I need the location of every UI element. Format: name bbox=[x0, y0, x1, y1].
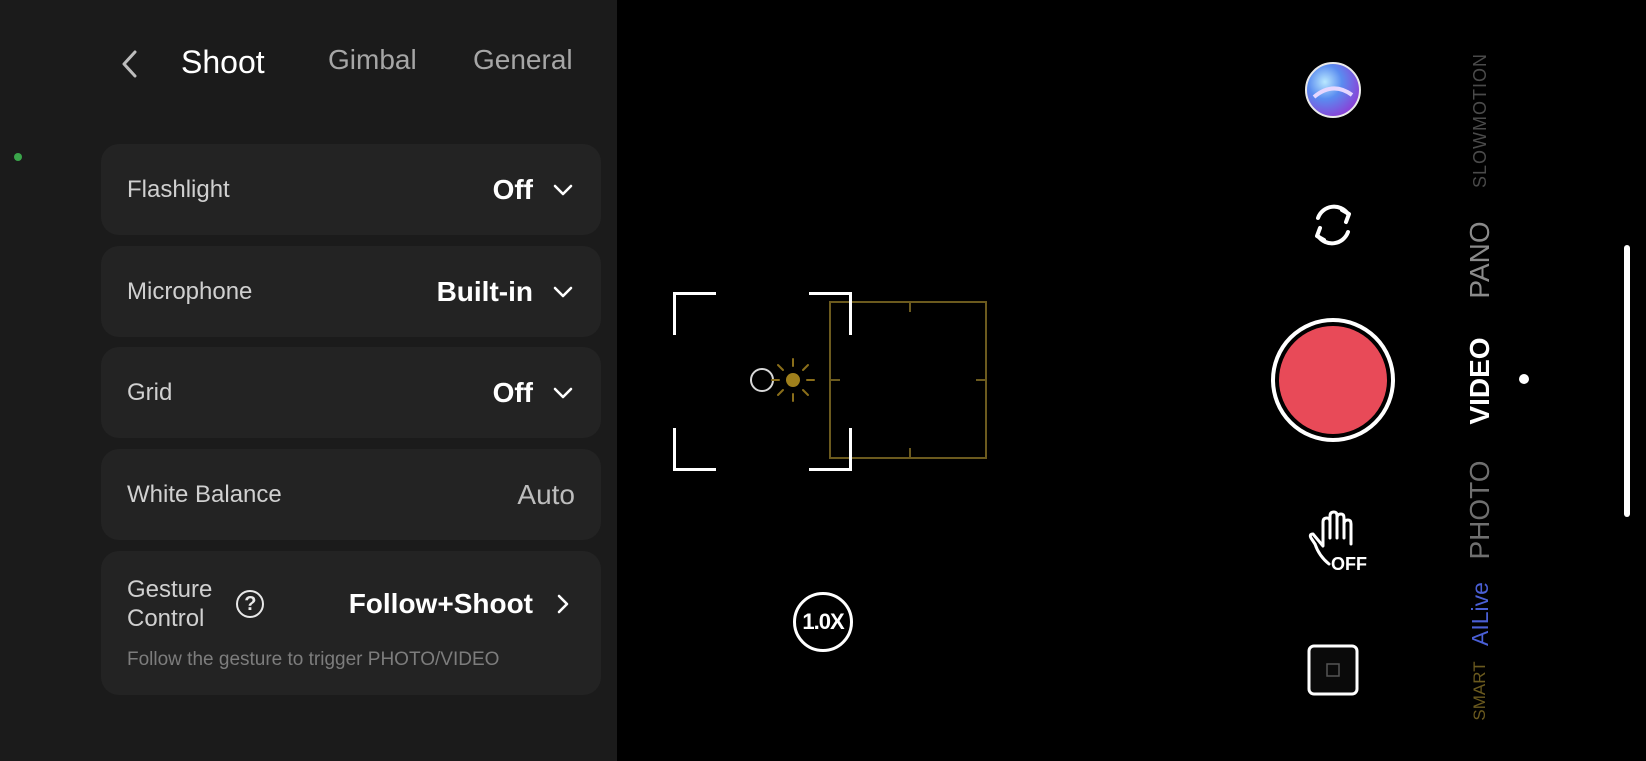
mode-pano[interactable]: PANO bbox=[1463, 216, 1497, 304]
mode-ailive[interactable]: AILive bbox=[1465, 567, 1495, 661]
gesture-toggle-button[interactable]: OFF bbox=[1301, 508, 1367, 574]
gesture-control-description: Follow the gesture to trigger PHOTO/VIDE… bbox=[127, 649, 500, 670]
gesture-control-value: Follow+Shoot bbox=[348, 588, 533, 619]
gesture-label-line1: Gesture bbox=[127, 576, 213, 603]
zoom-button[interactable]: 1.0X bbox=[793, 592, 853, 652]
flashlight-dropdown[interactable]: Off bbox=[493, 174, 575, 206]
focus-bracket-bottom-right bbox=[809, 428, 852, 471]
microphone-dropdown[interactable]: Built-in bbox=[437, 276, 575, 308]
back-button[interactable] bbox=[112, 44, 148, 84]
chevron-right-icon bbox=[557, 594, 569, 614]
status-indicator bbox=[14, 153, 22, 161]
mode-photo[interactable]: PHOTO bbox=[1463, 450, 1497, 570]
tab-gimbal[interactable]: Gimbal bbox=[328, 40, 417, 80]
flashlight-value: Off bbox=[492, 173, 533, 205]
tab-shoot[interactable]: Shoot bbox=[181, 42, 265, 82]
gesture-control-label: Gesture Control bbox=[127, 575, 212, 633]
hand-gesture-icon: OFF bbox=[1308, 510, 1367, 574]
gallery-button[interactable] bbox=[1306, 643, 1360, 697]
gesture-badge: OFF bbox=[1331, 554, 1367, 574]
chevron-down-icon bbox=[553, 184, 573, 195]
record-button[interactable] bbox=[1271, 318, 1395, 442]
help-icon[interactable]: ? bbox=[236, 590, 265, 618]
mode-video[interactable]: VIDEO bbox=[1463, 329, 1497, 433]
microphone-value: Built-in bbox=[436, 275, 533, 307]
flashlight-setting[interactable]: Flashlight Off bbox=[101, 144, 601, 235]
white-balance-label: White Balance bbox=[127, 480, 282, 508]
mode-slowmotion[interactable]: SLOWMOTION bbox=[1466, 53, 1494, 188]
flip-camera-icon bbox=[1315, 204, 1351, 246]
white-balance-setting[interactable]: White Balance Auto bbox=[101, 449, 601, 540]
avatar-icon bbox=[1305, 62, 1361, 118]
selected-mode-indicator bbox=[1519, 374, 1529, 384]
gesture-control-value-link[interactable]: Follow+Shoot bbox=[349, 588, 575, 620]
tab-general[interactable]: General bbox=[473, 40, 573, 80]
flip-camera-button[interactable] bbox=[1305, 197, 1361, 253]
gesture-control-setting[interactable]: Gesture Control ? Follow+Shoot Follow th… bbox=[101, 551, 601, 695]
focus-bracket-top-right bbox=[809, 292, 852, 335]
gesture-label-line2: Control bbox=[127, 605, 205, 632]
avatar-button[interactable] bbox=[1303, 60, 1363, 120]
flashlight-label: Flashlight bbox=[127, 175, 230, 203]
chevron-left-icon bbox=[122, 50, 137, 78]
grid-setting[interactable]: Grid Off bbox=[101, 347, 601, 438]
gallery-icon bbox=[1307, 644, 1359, 696]
microphone-label: Microphone bbox=[127, 277, 253, 305]
chevron-down-icon bbox=[553, 286, 573, 297]
focus-bracket-top-left bbox=[673, 292, 716, 335]
white-balance-value: Auto bbox=[517, 478, 575, 510]
mode-smart[interactable]: SMART bbox=[1468, 658, 1492, 724]
grid-label: Grid bbox=[127, 378, 173, 406]
grid-dropdown[interactable]: Off bbox=[493, 377, 575, 409]
focus-bracket-bottom-left bbox=[673, 428, 716, 471]
grid-value: Off bbox=[492, 376, 533, 408]
chevron-down-icon bbox=[553, 387, 573, 398]
microphone-setting[interactable]: Microphone Built-in bbox=[101, 246, 601, 337]
mode-scrollbar[interactable] bbox=[1624, 245, 1630, 517]
record-button-fill bbox=[1279, 326, 1387, 434]
settings-panel: Shoot Gimbal General Flashlight Off Micr… bbox=[0, 0, 617, 761]
sun-icon[interactable] bbox=[770, 357, 816, 403]
